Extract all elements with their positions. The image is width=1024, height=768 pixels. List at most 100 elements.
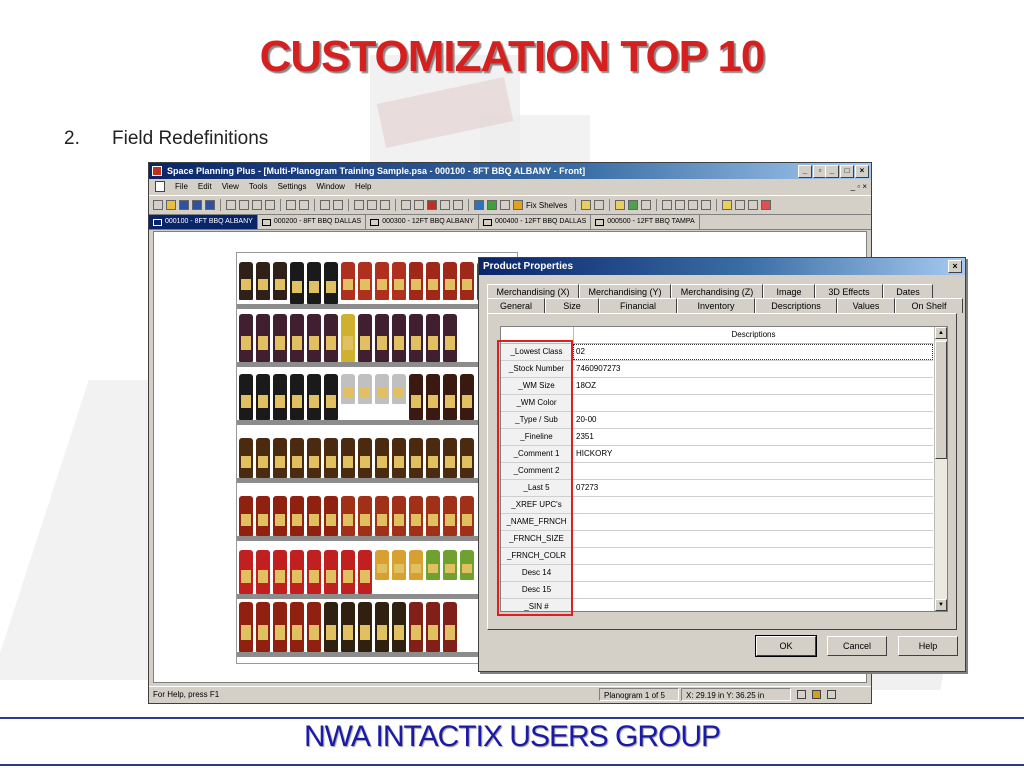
product-group[interactable] bbox=[239, 314, 457, 362]
product-bottle[interactable] bbox=[256, 438, 270, 478]
product-bottle[interactable] bbox=[273, 550, 287, 594]
print-icon[interactable] bbox=[299, 200, 309, 210]
tab-general[interactable]: General bbox=[487, 298, 545, 313]
save-icon[interactable] bbox=[179, 200, 189, 210]
mdi-child-controls[interactable]: _ ▫ × bbox=[851, 179, 867, 195]
product-bottle[interactable] bbox=[341, 602, 355, 652]
product-bottle[interactable] bbox=[290, 602, 304, 652]
menu-settings[interactable]: Settings bbox=[278, 179, 307, 195]
planogram-tab-000400[interactable]: 000400 - 12FT BBQ DALLAS bbox=[479, 215, 592, 229]
report-icon[interactable] bbox=[615, 200, 626, 210]
shelf-board[interactable] bbox=[237, 536, 517, 541]
product-bottle[interactable] bbox=[443, 550, 457, 580]
new-icon[interactable] bbox=[153, 200, 163, 210]
product-group[interactable] bbox=[239, 262, 491, 304]
save-all-icon[interactable] bbox=[192, 200, 202, 210]
menu-window[interactable]: Window bbox=[316, 179, 344, 195]
product-bottle[interactable] bbox=[324, 262, 338, 304]
grid-row[interactable]: _Stock Number 7460907273 bbox=[501, 361, 933, 378]
position-icon[interactable] bbox=[735, 200, 746, 210]
product-bottle[interactable] bbox=[256, 314, 270, 362]
product-bottle[interactable] bbox=[324, 374, 338, 420]
product-bottle[interactable] bbox=[375, 550, 389, 580]
redo-icon[interactable] bbox=[333, 200, 343, 210]
field-value[interactable]: 02 bbox=[573, 344, 933, 360]
planogram-view[interactable] bbox=[236, 252, 518, 664]
paste-icon[interactable] bbox=[252, 200, 262, 210]
product-bottle[interactable] bbox=[426, 374, 440, 420]
scrollbar-thumb[interactable] bbox=[935, 341, 947, 459]
product-bottle[interactable] bbox=[256, 496, 270, 536]
planogram-tab-000300[interactable]: 000300 - 12FT BBQ ALBANY bbox=[366, 215, 479, 229]
tab-dates[interactable]: Dates bbox=[883, 284, 933, 299]
fixture-icon[interactable] bbox=[401, 200, 411, 210]
product-bottle[interactable] bbox=[375, 374, 389, 404]
menu-help[interactable]: Help bbox=[355, 179, 371, 195]
planogram-tab-000500[interactable]: 000500 - 12FT BBQ TAMPA bbox=[591, 215, 700, 229]
product-bottle[interactable] bbox=[341, 374, 355, 404]
product-bottle[interactable] bbox=[409, 438, 423, 478]
product-bottle[interactable] bbox=[290, 496, 304, 536]
product-bottle[interactable] bbox=[392, 496, 406, 536]
menu-view[interactable]: View bbox=[222, 179, 239, 195]
grid-row[interactable]: _Comment 1 HICKORY bbox=[501, 446, 933, 463]
fix-shelves-label[interactable]: Fix Shelves bbox=[526, 201, 567, 210]
field-value[interactable]: 7460907273 bbox=[573, 361, 933, 377]
select-icon[interactable] bbox=[722, 200, 733, 210]
field-value[interactable] bbox=[573, 395, 933, 411]
shelf-row[interactable] bbox=[237, 253, 517, 309]
box-icon[interactable] bbox=[453, 200, 463, 210]
shelf-row[interactable] bbox=[237, 601, 517, 657]
product-bottle[interactable] bbox=[239, 550, 253, 594]
tab-3d-effects[interactable]: 3D Effects bbox=[815, 284, 883, 299]
dropdown-icon[interactable] bbox=[594, 200, 605, 210]
grid-row[interactable]: _Type / Sub 20-00 bbox=[501, 412, 933, 429]
product-bottle[interactable] bbox=[443, 496, 457, 536]
product-bottle[interactable] bbox=[426, 438, 440, 478]
product-bottle[interactable] bbox=[307, 262, 321, 304]
grid-row[interactable]: _FRNCH_COLR bbox=[501, 548, 933, 565]
tab-merchandising-x[interactable]: Merchandising (X) bbox=[487, 284, 579, 299]
shelf-row[interactable] bbox=[237, 369, 517, 425]
product-bottle[interactable] bbox=[426, 550, 440, 580]
product-bottle[interactable] bbox=[358, 374, 372, 404]
scroll-down-icon[interactable]: ▼ bbox=[935, 599, 947, 611]
grid-row[interactable]: _Lowest Class 02 bbox=[501, 344, 933, 361]
delete-icon[interactable] bbox=[265, 200, 275, 210]
zoom-area-icon[interactable] bbox=[380, 200, 390, 210]
product-bottle[interactable] bbox=[409, 374, 423, 420]
checkbox-icon[interactable] bbox=[797, 690, 806, 699]
product-bottle[interactable] bbox=[375, 496, 389, 536]
camera-icon[interactable] bbox=[500, 200, 510, 210]
alert-icon[interactable] bbox=[761, 200, 772, 210]
product-bottle[interactable] bbox=[426, 602, 440, 652]
shelf-board[interactable] bbox=[237, 478, 517, 483]
display-icon[interactable] bbox=[827, 690, 836, 699]
product-bottle[interactable] bbox=[307, 602, 321, 652]
product-bottle[interactable] bbox=[358, 438, 372, 478]
open-icon[interactable] bbox=[166, 200, 176, 210]
product-bottle[interactable] bbox=[358, 550, 372, 594]
field-value[interactable] bbox=[573, 497, 933, 513]
product-bottle[interactable] bbox=[239, 438, 253, 478]
grid-row[interactable]: _WM Color bbox=[501, 395, 933, 412]
tab-values[interactable]: Values bbox=[837, 298, 895, 313]
product-bottle[interactable] bbox=[443, 374, 457, 420]
close-icon[interactable]: × bbox=[948, 260, 962, 273]
grid-row[interactable]: _SIN # bbox=[501, 599, 933, 611]
vertical-scrollbar[interactable]: ▲ ▼ bbox=[934, 327, 947, 611]
product-bottle[interactable] bbox=[324, 602, 338, 652]
help-button[interactable]: Help bbox=[898, 636, 958, 656]
product-bottle[interactable] bbox=[273, 314, 287, 362]
product-bottle[interactable] bbox=[256, 602, 270, 652]
product-bottle[interactable] bbox=[460, 496, 474, 536]
product-bottle[interactable] bbox=[409, 314, 423, 362]
product-bottle[interactable] bbox=[256, 550, 270, 594]
product-bottle[interactable] bbox=[307, 550, 321, 594]
scroll-up-icon[interactable]: ▲ bbox=[935, 327, 947, 339]
grid-row[interactable]: _Fineline 2351 bbox=[501, 429, 933, 446]
product-bottle[interactable] bbox=[324, 550, 338, 594]
product-bottle[interactable] bbox=[426, 496, 440, 536]
field-value[interactable] bbox=[573, 582, 933, 598]
menu-edit[interactable]: Edit bbox=[198, 179, 212, 195]
